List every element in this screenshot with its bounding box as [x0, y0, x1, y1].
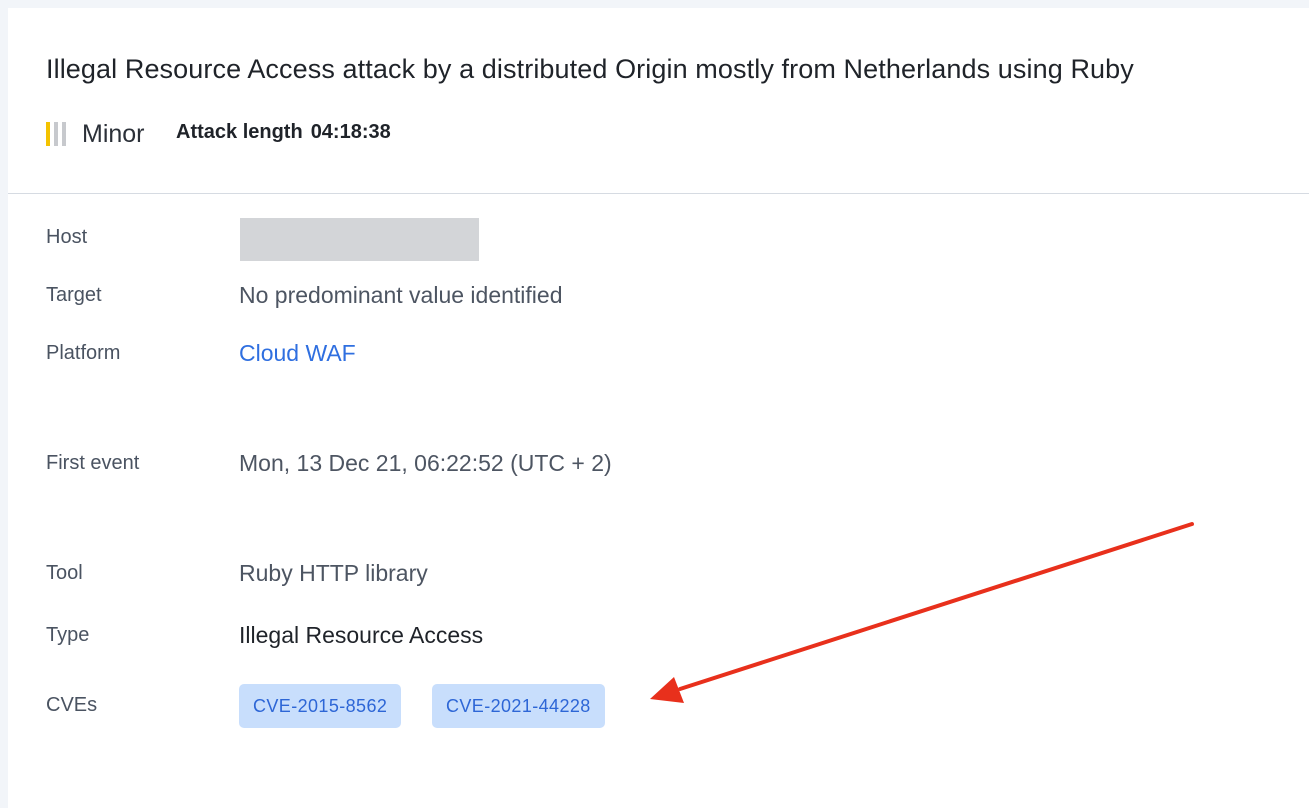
attack-length: Attack length 04:18:38 — [176, 121, 391, 144]
severity-label: Minor — [82, 120, 145, 148]
detail-value-platform-link[interactable]: Cloud WAF — [239, 340, 356, 367]
cve-tag[interactable]: CVE-2021-44228 — [432, 684, 605, 728]
detail-label-first-event: First event — [46, 452, 140, 474]
detail-label-target: Target — [46, 284, 102, 306]
incident-card: Illegal Resource Access attack by a dist… — [8, 8, 1309, 808]
header-divider — [8, 193, 1309, 194]
attack-length-label: Attack length — [176, 121, 303, 143]
detail-label-tool: Tool — [46, 562, 83, 584]
detail-label-type: Type — [46, 624, 90, 646]
severity-bars-icon — [46, 122, 66, 146]
cve-tag[interactable]: CVE-2015-8562 — [239, 684, 402, 728]
attack-length-value: 04:18:38 — [310, 121, 391, 143]
detail-value-type: Illegal Resource Access — [239, 622, 484, 648]
detail-value-tool: Ruby HTTP library — [239, 560, 428, 586]
detail-value-target: No predominant value identified — [239, 282, 563, 308]
detail-label-platform: Platform — [46, 342, 121, 364]
incident-title: Illegal Resource Access attack by a dist… — [46, 54, 1134, 84]
detail-label-host: Host — [46, 226, 88, 248]
detail-label-cves: CVEs — [46, 694, 98, 716]
host-value-redacted — [240, 218, 479, 261]
detail-value-first-event: Mon, 13 Dec 21, 06:22:52 (UTC + 2) — [239, 450, 612, 476]
